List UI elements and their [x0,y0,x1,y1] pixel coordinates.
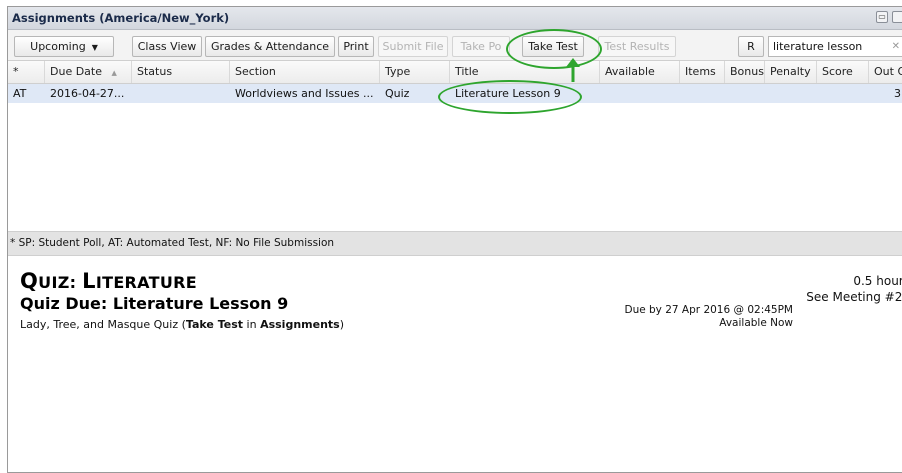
heading-part1: UIZ: [38,273,83,292]
column-due-date[interactable]: Due Date ▲ [45,61,132,83]
cell-star: AT [13,87,27,100]
availability-text: Available Now [719,317,793,329]
column-section[interactable]: Section [230,61,380,83]
cell-items [680,84,725,103]
cell-available [600,84,680,103]
column-status[interactable]: Status [132,61,230,83]
meeting-link[interactable]: See Meeting #27 [798,289,902,305]
print-button[interactable]: Print [338,36,374,57]
column-score[interactable]: Score [817,61,869,83]
cell-bonus [725,84,765,103]
title-highlight [438,80,582,114]
column-items[interactable]: Items [680,61,725,83]
column-available[interactable]: Available [600,61,680,83]
take-poll-button[interactable]: Take Po [452,36,510,57]
upcoming-label: Upcoming [30,40,86,53]
maximize-icon[interactable]: ▭ [876,11,888,23]
column-type[interactable]: Type [380,61,450,83]
quiz-description: Lady, Tree, and Masque Quiz (Take Test i… [20,318,344,331]
window-title: Assignments (America/New_York) [12,11,230,25]
cell-score [817,84,869,103]
cell-due-date: 2016-04-27... [50,87,125,100]
r-button[interactable]: R [738,36,764,57]
cell-out-of: 3 [894,87,901,100]
due-date-text: Due by 27 Apr 2016 @ 02:45PM [624,304,793,316]
quiz-subheading: Quiz Due: Literature Lesson 9 [20,294,289,313]
grades-attendance-button[interactable]: Grades & Attendance [205,36,335,57]
column-due-date-label: Due Date [50,65,102,78]
duration-text: 0.5 hours [853,274,902,288]
column-bonus[interactable]: Bonus [725,61,765,83]
toolbar: Upcoming ▼ Class View Grades & Attendance… [8,30,902,61]
upcoming-dropdown[interactable]: Upcoming ▼ [14,36,114,57]
table-header: * Due Date ▲ Status Section Type Title A… [8,61,902,84]
heading-cap-q: Q [20,269,39,293]
search-input[interactable] [773,40,883,53]
clear-icon[interactable]: ✕ [892,37,900,56]
quiz-heading: QUIZ: LITERATURE [20,269,197,293]
desc-suffix: ) [339,318,345,331]
sort-asc-icon: ▲ [111,69,117,77]
arrow-up-icon [566,58,580,82]
column-penalty[interactable]: Penalty [765,61,817,83]
take-test-highlight [506,29,602,69]
column-out-of[interactable]: Out O [869,61,902,83]
cell-penalty [765,84,817,103]
assignments-window: Assignments (America/New_York) ▭ Upcomin… [7,6,902,473]
column-star[interactable]: * [8,61,45,83]
due-info: Due by 27 Apr 2016 @ 02:45PM Available N… [618,304,793,330]
desc-prefix: Lady, Tree, and Masque Quiz ( [20,318,186,331]
desc-assignments: Assignments [260,318,340,331]
class-view-button[interactable]: Class View [132,36,202,57]
chevron-down-icon: ▼ [91,43,98,52]
test-results-button[interactable]: Test Results [598,36,676,57]
window-titlebar: Assignments (America/New_York) ▭ [8,7,902,30]
heading-cap-l: L [82,269,96,293]
heading-part2: ITERATURE [95,273,197,292]
restore-icon[interactable] [892,11,902,23]
cell-section: Worldviews and Issues ... [235,87,374,100]
desc-take-test: Take Test [185,318,244,331]
desc-mid: in [243,318,261,331]
duration-info: 0.5 hours See Meeting #27 [798,273,902,305]
search-field[interactable]: ✕ [768,36,902,57]
cell-status [132,84,230,103]
submit-file-button[interactable]: Submit File [378,36,448,57]
legend-note: * SP: Student Poll, AT: Automated Test, … [8,231,902,256]
